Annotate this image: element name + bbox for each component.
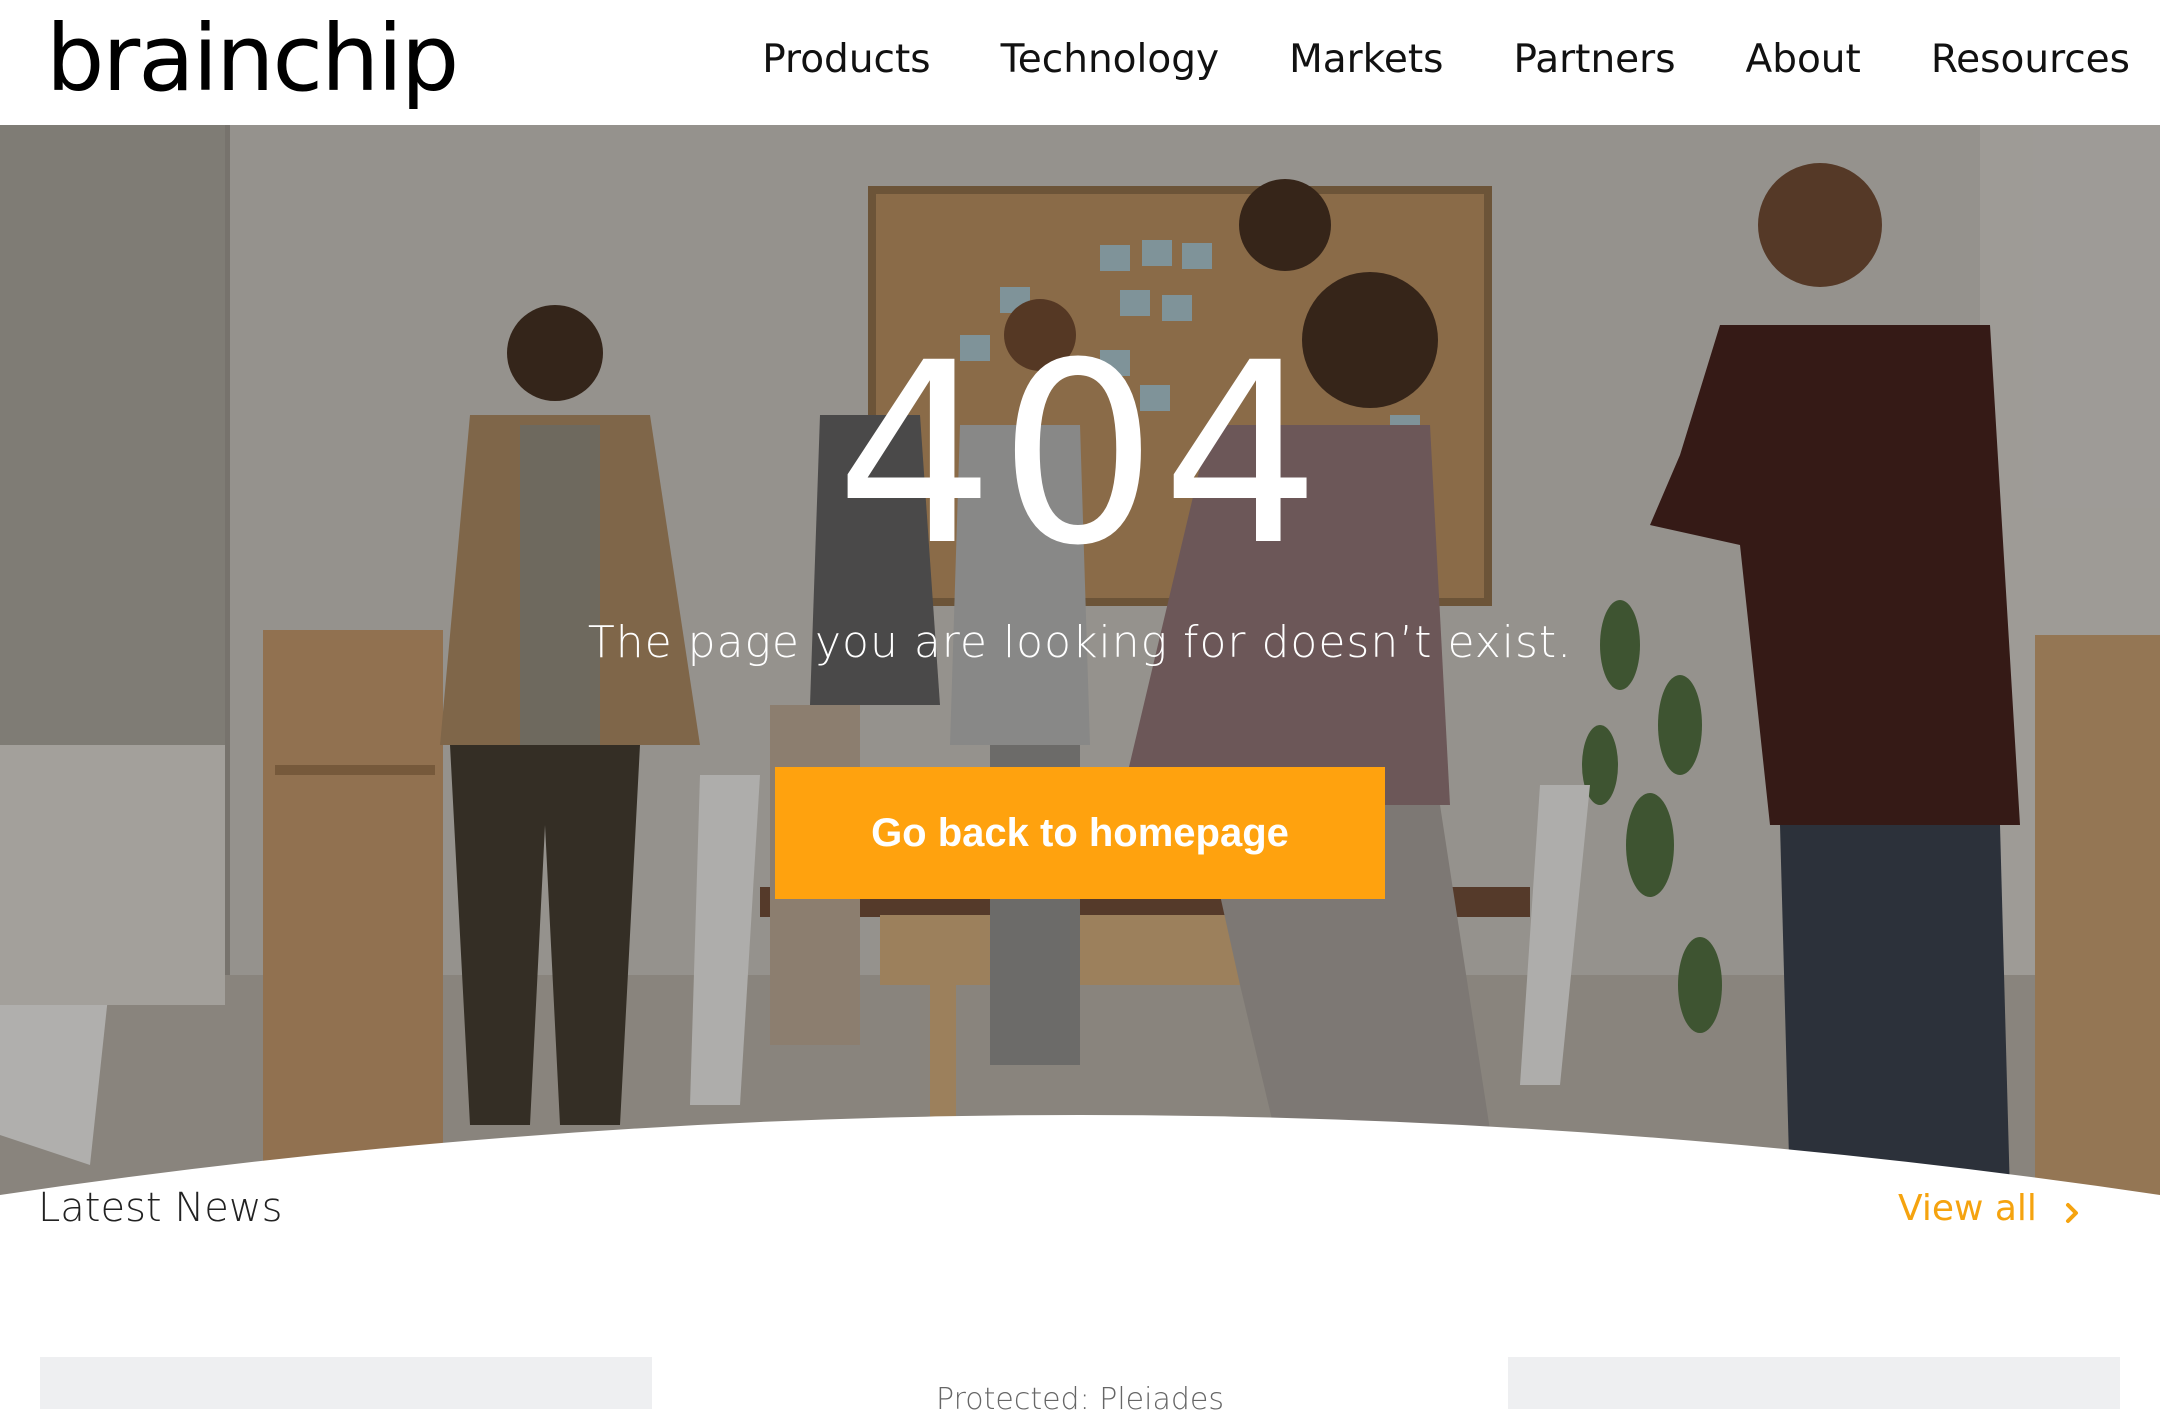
- site-header: brainchip Products Technology Markets Pa…: [0, 0, 2160, 125]
- main-nav: Products Technology Markets Partners Abo…: [692, 30, 2130, 90]
- go-home-button[interactable]: Go back to homepage: [775, 767, 1385, 899]
- error-message: The page you are looking for doesn’t exi…: [587, 617, 1573, 668]
- view-all-label: View all: [1898, 1188, 2037, 1229]
- hero-section: 404 The page you are looking for doesn’t…: [0, 125, 2160, 1195]
- nav-item-partners[interactable]: Partners: [1513, 30, 1675, 90]
- brand-logo[interactable]: brainchip: [46, 4, 459, 114]
- news-card-title[interactable]: Protected: Pleiades: [652, 1382, 1508, 1417]
- nav-item-markets[interactable]: Markets: [1289, 30, 1443, 90]
- nav-item-about[interactable]: About: [1746, 30, 1861, 90]
- chevron-right-icon: [2059, 1195, 2087, 1223]
- view-all-link[interactable]: View all: [1898, 1188, 2087, 1229]
- nav-item-products[interactable]: Products: [762, 30, 930, 90]
- nav-item-resources[interactable]: Resources: [1931, 30, 2130, 90]
- nav-item-technology[interactable]: Technology: [1001, 30, 1219, 90]
- news-card[interactable]: [40, 1357, 652, 1409]
- news-card[interactable]: [1508, 1357, 2120, 1409]
- error-code-heading: 404: [835, 309, 1325, 600]
- hero-bottom-curve: [0, 1115, 2160, 1195]
- latest-news-heading: Latest News: [38, 1185, 283, 1231]
